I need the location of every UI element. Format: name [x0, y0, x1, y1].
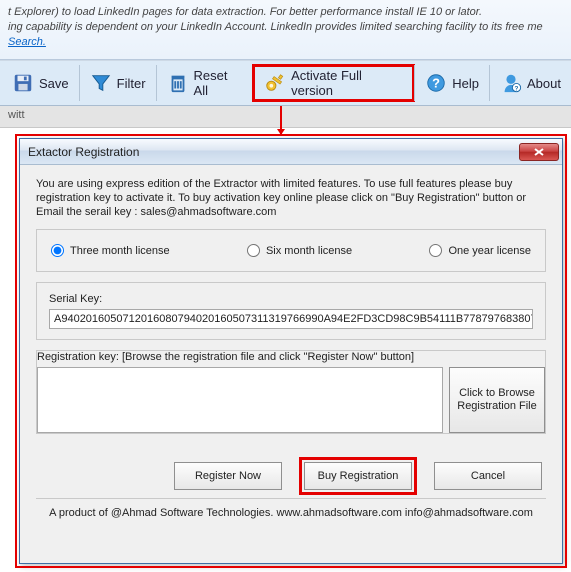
save-label: Save — [39, 76, 69, 91]
license-six-month-radio[interactable]: Six month license — [247, 244, 352, 257]
license-one-year-radio[interactable]: One year license — [429, 244, 531, 257]
svg-text:?: ? — [432, 76, 440, 91]
floppy-disk-icon — [12, 72, 34, 94]
svg-text:?: ? — [515, 85, 519, 92]
activate-full-version-button[interactable]: Activate Full version — [253, 65, 414, 101]
register-now-button[interactable]: Register Now — [174, 462, 282, 490]
about-icon: ? — [500, 72, 522, 94]
reset-label: Reset All — [194, 68, 244, 98]
info-line-2: ing capability is dependent on your Link… — [8, 20, 563, 35]
help-icon: ? — [425, 72, 447, 94]
reset-all-button[interactable]: Reset All — [156, 65, 254, 101]
serial-key-value[interactable]: A940201605071201608079402016050731131976… — [49, 309, 533, 329]
radio-label: Six month license — [266, 245, 352, 257]
save-button[interactable]: Save — [0, 65, 79, 101]
extractor-registration-dialog: Extactor Registration You are using expr… — [19, 138, 563, 564]
radio-input[interactable] — [429, 244, 442, 257]
dialog-titlebar[interactable]: Extactor Registration — [20, 139, 562, 165]
serial-key-group: Serial Key: A940201605071201608079402016… — [36, 282, 546, 340]
buy-registration-button[interactable]: Buy Registration — [304, 462, 412, 490]
dialog-footer: A product of @Ahmad Software Technologie… — [36, 498, 546, 519]
license-group: Three month license Six month license On… — [36, 229, 546, 272]
about-button[interactable]: ? About — [489, 65, 571, 101]
dialog-title: Extactor Registration — [28, 145, 519, 159]
intro-text: You are using express edition of the Ext… — [36, 177, 546, 219]
about-label: About — [527, 76, 561, 91]
registration-file-group: Registration key: [Browse the registrati… — [36, 350, 546, 434]
search-link[interactable]: Search. — [8, 36, 46, 48]
activate-label: Activate Full version — [291, 68, 404, 98]
license-three-month-radio[interactable]: Three month license — [51, 244, 170, 257]
serial-key-label: Serial Key: — [49, 293, 533, 305]
subbar-text: witt — [8, 109, 25, 121]
registration-key-input[interactable] — [37, 367, 443, 433]
help-label: Help — [452, 76, 479, 91]
radio-label: Three month license — [70, 245, 170, 257]
radio-label: One year license — [448, 245, 531, 257]
info-line-1: t Explorer) to load LinkedIn pages for d… — [8, 5, 563, 20]
cancel-button[interactable]: Cancel — [434, 462, 542, 490]
sub-bar: witt — [0, 106, 571, 128]
filter-label: Filter — [117, 76, 146, 91]
registration-key-label: Registration key: [Browse the registrati… — [37, 351, 545, 363]
filter-button[interactable]: Filter — [79, 65, 156, 101]
info-banner: t Explorer) to load LinkedIn pages for d… — [0, 0, 571, 60]
trash-icon — [167, 72, 189, 94]
dialog-button-row: Register Now Buy Registration Cancel — [36, 462, 546, 490]
radio-input[interactable] — [247, 244, 260, 257]
funnel-icon — [90, 72, 112, 94]
radio-input[interactable] — [51, 244, 64, 257]
browse-registration-file-button[interactable]: Click to Browse Registration File — [449, 367, 545, 433]
toolbar: Save Filter Reset All Activate Full vers… — [0, 60, 571, 106]
key-icon — [264, 72, 286, 94]
help-button[interactable]: ? Help — [414, 65, 489, 101]
close-icon[interactable] — [519, 143, 559, 161]
